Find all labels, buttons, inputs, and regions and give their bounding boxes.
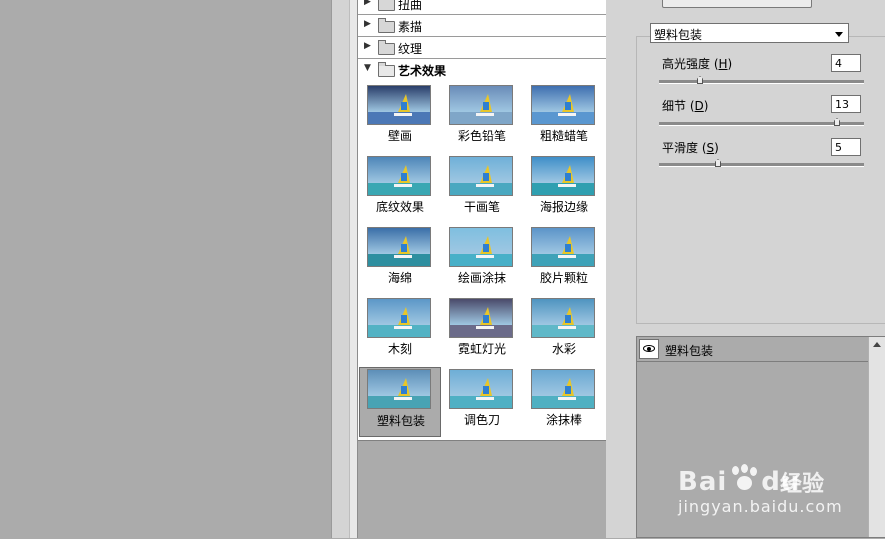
filter-preview-image	[367, 227, 431, 267]
filter-thumbnail[interactable]: 海报边缘	[523, 154, 605, 224]
filter-preview-image	[449, 85, 513, 125]
filter-thumbnail[interactable]: 彩色铅笔	[441, 83, 523, 153]
filter-thumbnail[interactable]: 壁画	[359, 83, 441, 153]
filter-label: 绘画涂抹	[457, 271, 506, 285]
category-label: 艺术效果	[398, 64, 447, 78]
filter-preview-image	[367, 85, 431, 125]
filter-preview-image	[367, 369, 431, 409]
filter-thumbnail[interactable]: 海绵	[359, 225, 441, 295]
filter-select-value: 塑料包装	[654, 28, 703, 42]
category-artistic[interactable]: ▼ 艺术效果	[358, 59, 606, 80]
filter-label: 海绵	[387, 271, 412, 285]
triangle-right-icon: ▶	[364, 41, 371, 51]
filter-thumbnail[interactable]: 胶片颗粒	[523, 225, 605, 295]
filter-thumbnail[interactable]: 底纹效果	[359, 154, 441, 224]
watermark-jingyan: 经验	[780, 472, 825, 497]
watermark-url: jingyan.baidu.com	[678, 497, 843, 516]
filter-preview-image	[449, 227, 513, 267]
open-folder-icon	[378, 62, 395, 77]
filter-thumbnail[interactable]: 霓虹灯光	[441, 296, 523, 366]
filter-preview-image	[531, 156, 595, 196]
filter-label: 底纹效果	[375, 200, 424, 214]
filter-preview-image	[531, 85, 595, 125]
filter-label: 调色刀	[463, 413, 500, 427]
defaults-button[interactable]	[662, 0, 812, 8]
category-label: 素描	[398, 20, 423, 34]
detail-slider[interactable]	[659, 118, 864, 126]
filter-label: 粗糙蜡笔	[539, 129, 588, 143]
smoothness-input[interactable]	[831, 138, 861, 156]
filter-label: 涂抹棒	[545, 413, 582, 427]
filter-preview-image	[531, 298, 595, 338]
filter-thumbnail[interactable]: 干画笔	[441, 154, 523, 224]
filter-thumbnail[interactable]: 粗糙蜡笔	[523, 83, 605, 153]
filter-preview-image	[449, 298, 513, 338]
filter-label: 彩色铅笔	[457, 129, 506, 143]
filter-label: 塑料包装	[376, 414, 425, 428]
highlight-strength-label: 高光强度 (H)	[662, 57, 733, 71]
filter-label: 水彩	[551, 342, 576, 356]
detail-input[interactable]	[831, 95, 861, 113]
filter-thumbnail[interactable]: 木刻	[359, 296, 441, 366]
filter-preview-image	[367, 156, 431, 196]
filter-preview-image	[449, 156, 513, 196]
filter-preview-image	[531, 369, 595, 409]
category-label: 纹理	[398, 42, 423, 56]
category-label: 扭曲	[398, 0, 423, 12]
scroll-up-icon[interactable]	[873, 342, 881, 347]
filter-label: 胶片颗粒	[539, 271, 588, 285]
triangle-down-icon: ▼	[364, 63, 371, 73]
filter-label: 干画笔	[463, 200, 500, 214]
triangle-right-icon: ▶	[364, 0, 371, 7]
visibility-toggle[interactable]	[639, 339, 659, 359]
filter-preview-image	[367, 298, 431, 338]
category-distort[interactable]: ▶ 扭曲	[358, 0, 606, 15]
settings-panel: 塑料包装 高光强度 (H) 细节 (D) 平滑度 (S) 塑料包装	[606, 0, 885, 538]
smoothness-label: 平滑度 (S)	[662, 141, 719, 155]
layers-scrollbar[interactable]	[868, 337, 885, 537]
filter-thumbnail[interactable]: 水彩	[523, 296, 605, 366]
triangle-right-icon: ▶	[364, 19, 371, 29]
filter-thumbnail[interactable]: 调色刀	[441, 367, 523, 437]
filter-thumbnail[interactable]: 塑料包装	[359, 367, 441, 437]
chevron-down-icon	[835, 32, 843, 37]
folder-icon	[378, 0, 395, 11]
filter-select[interactable]: 塑料包装	[650, 23, 849, 43]
filter-thumbnail[interactable]: 绘画涂抹	[441, 225, 523, 295]
folder-icon	[378, 40, 395, 55]
category-sketch[interactable]: ▶ 素描	[358, 15, 606, 37]
effect-layer-row[interactable]: 塑料包装	[637, 337, 869, 362]
filter-label: 壁画	[387, 129, 412, 143]
filter-label: 木刻	[387, 342, 412, 356]
detail-label: 细节 (D)	[662, 99, 709, 113]
gallery-empty-area	[358, 440, 606, 539]
filter-thumbnail[interactable]: 涂抹棒	[523, 367, 605, 437]
filter-preview-image	[531, 227, 595, 267]
highlight-strength-input[interactable]	[831, 54, 861, 72]
filter-preview-image	[449, 369, 513, 409]
eye-icon	[643, 345, 655, 352]
splitter-bar[interactable]	[331, 0, 350, 538]
smoothness-slider[interactable]	[659, 159, 864, 167]
paw-icon	[729, 464, 759, 492]
category-texture[interactable]: ▶ 纹理	[358, 37, 606, 59]
effect-layer-name: 塑料包装	[665, 344, 714, 358]
folder-icon	[378, 18, 395, 33]
preview-canvas[interactable]	[0, 0, 331, 538]
highlight-strength-slider[interactable]	[659, 76, 864, 84]
filter-label: 海报边缘	[539, 200, 588, 214]
filter-label: 霓虹灯光	[457, 342, 506, 356]
filter-gallery-panel: ▶ 扭曲 ▶ 素描 ▶ 纹理 ▼ 艺术效果 壁画 彩色铅笔 粗糙蜡笔 底纹效果 干画笔海…	[357, 0, 607, 539]
